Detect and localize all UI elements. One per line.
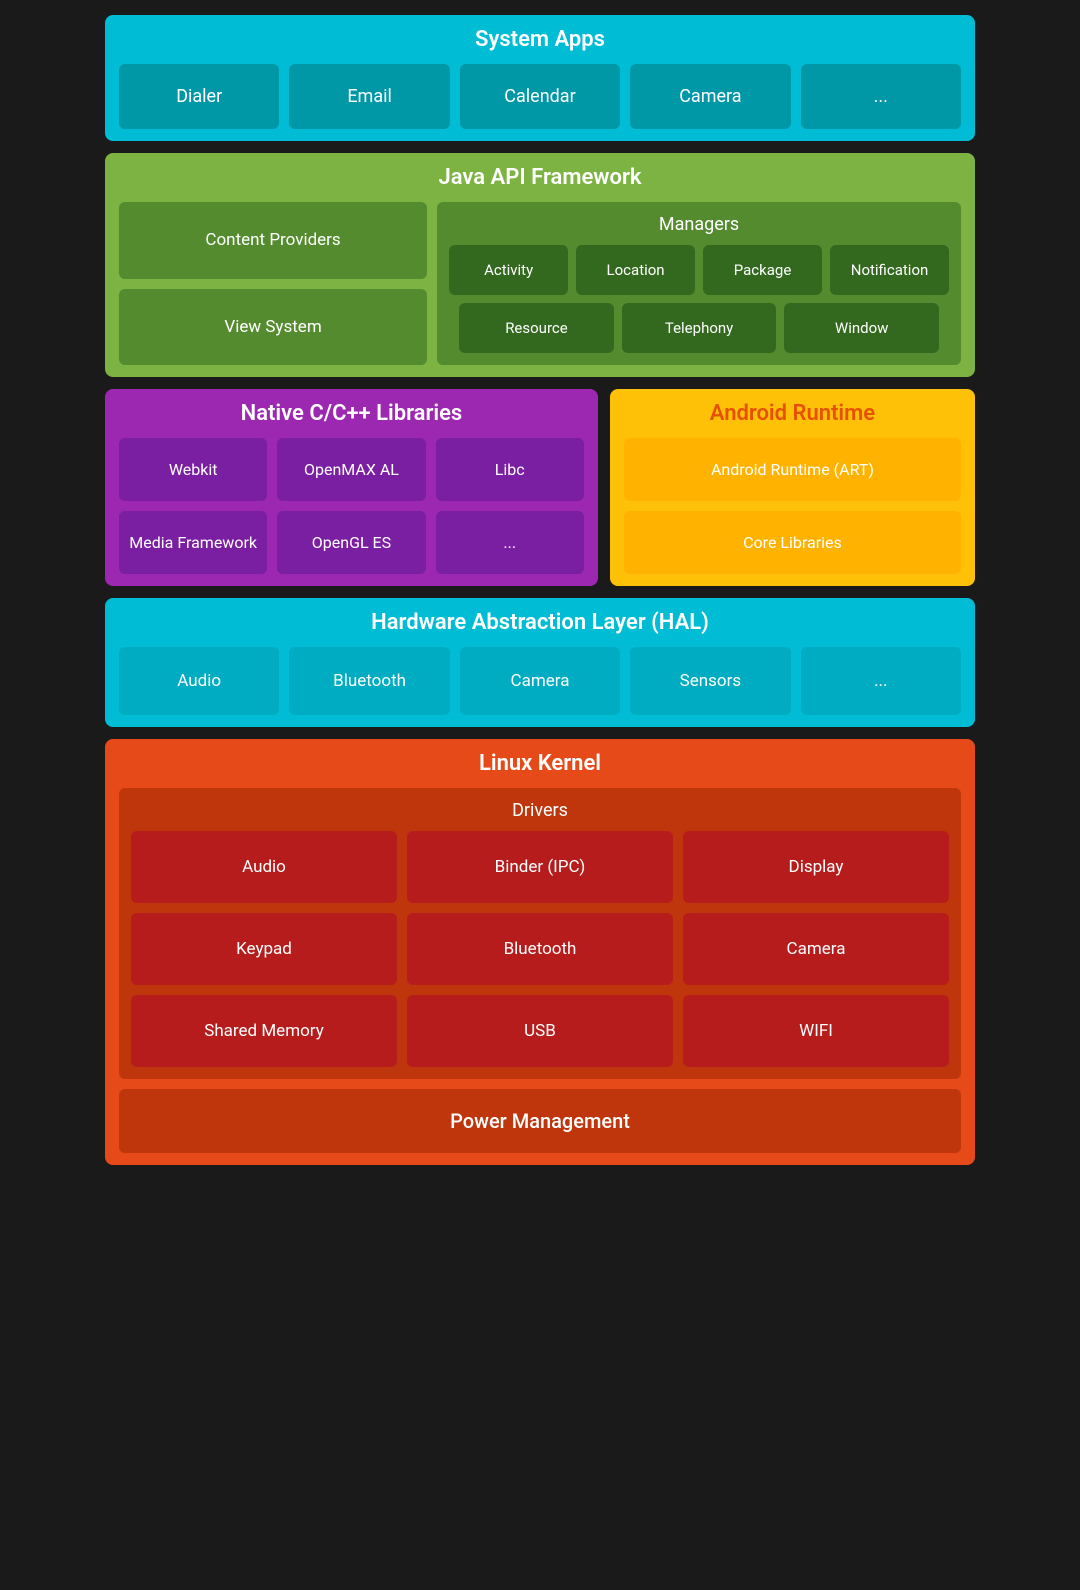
notification-manager: Notification <box>830 245 949 295</box>
driver-display: Display <box>683 831 949 903</box>
driver-usb: USB <box>407 995 673 1067</box>
managers-row2: Resource Telephony Window <box>449 303 949 353</box>
hal-cards: Audio Bluetooth Camera Sensors ... <box>119 647 961 715</box>
android-runtime-title: Android Runtime <box>624 401 961 426</box>
linux-kernel-title: Linux Kernel <box>119 751 961 776</box>
email-card: Email <box>289 64 449 129</box>
system-apps-cards: Dialer Email Calendar Camera ... <box>119 64 961 129</box>
activity-manager: Activity <box>449 245 568 295</box>
hal-camera-card: Camera <box>460 647 620 715</box>
hal-sensors-card: Sensors <box>630 647 790 715</box>
java-api-left: Content Providers View System <box>119 202 427 365</box>
system-apps-layer: System Apps Dialer Email Calendar Camera… <box>105 15 975 141</box>
window-manager: Window <box>784 303 939 353</box>
hal-audio-card: Audio <box>119 647 279 715</box>
drivers-section: Drivers Audio Binder (IPC) Display Keypa… <box>119 788 961 1079</box>
managers-section: Managers Activity Location Package Notif… <box>437 202 961 365</box>
android-architecture-diagram: System Apps Dialer Email Calendar Camera… <box>90 0 990 1180</box>
native-cpp-title: Native C/C++ Libraries <box>119 401 584 426</box>
managers-title: Managers <box>449 214 949 235</box>
art-card: Android Runtime (ART) <box>624 438 961 501</box>
more-native-card: ... <box>436 511 584 574</box>
view-system-card: View System <box>119 289 427 366</box>
driver-wifi: WIFI <box>683 995 949 1067</box>
android-runtime-layer: Android Runtime Android Runtime (ART) Co… <box>610 389 975 586</box>
content-providers-card: Content Providers <box>119 202 427 279</box>
driver-binder: Binder (IPC) <box>407 831 673 903</box>
java-api-content: Content Providers View System Managers A… <box>119 202 961 365</box>
telephony-manager: Telephony <box>622 303 777 353</box>
hal-layer: Hardware Abstraction Layer (HAL) Audio B… <box>105 598 975 727</box>
core-libraries-card: Core Libraries <box>624 511 961 574</box>
native-cpp-cards: Webkit OpenMAX AL Libc Media Framework O… <box>119 438 584 574</box>
libc-card: Libc <box>436 438 584 501</box>
driver-camera: Camera <box>683 913 949 985</box>
resource-manager: Resource <box>459 303 614 353</box>
opengl-card: OpenGL ES <box>277 511 425 574</box>
native-cpp-layer: Native C/C++ Libraries Webkit OpenMAX AL… <box>105 389 598 586</box>
openmax-card: OpenMAX AL <box>277 438 425 501</box>
hal-bluetooth-card: Bluetooth <box>289 647 449 715</box>
driver-keypad: Keypad <box>131 913 397 985</box>
java-api-layer: Java API Framework Content Providers Vie… <box>105 153 975 377</box>
drivers-title: Drivers <box>131 800 949 821</box>
camera-card: Camera <box>630 64 790 129</box>
managers-row1: Activity Location Package Notification <box>449 245 949 295</box>
location-manager: Location <box>576 245 695 295</box>
calendar-card: Calendar <box>460 64 620 129</box>
driver-bluetooth: Bluetooth <box>407 913 673 985</box>
power-management: Power Management <box>119 1089 961 1153</box>
driver-audio: Audio <box>131 831 397 903</box>
webkit-card: Webkit <box>119 438 267 501</box>
hal-title: Hardware Abstraction Layer (HAL) <box>119 610 961 635</box>
hal-more-card: ... <box>801 647 961 715</box>
more-apps-card: ... <box>801 64 961 129</box>
driver-shared-memory: Shared Memory <box>131 995 397 1067</box>
native-runtime-row: Native C/C++ Libraries Webkit OpenMAX AL… <box>105 389 975 586</box>
media-framework-card: Media Framework <box>119 511 267 574</box>
package-manager: Package <box>703 245 822 295</box>
linux-kernel-layer: Linux Kernel Drivers Audio Binder (IPC) … <box>105 739 975 1165</box>
android-runtime-cards: Android Runtime (ART) Core Libraries <box>624 438 961 574</box>
java-api-title: Java API Framework <box>119 165 961 190</box>
system-apps-title: System Apps <box>119 27 961 52</box>
dialer-card: Dialer <box>119 64 279 129</box>
drivers-grid: Audio Binder (IPC) Display Keypad Blueto… <box>131 831 949 1067</box>
